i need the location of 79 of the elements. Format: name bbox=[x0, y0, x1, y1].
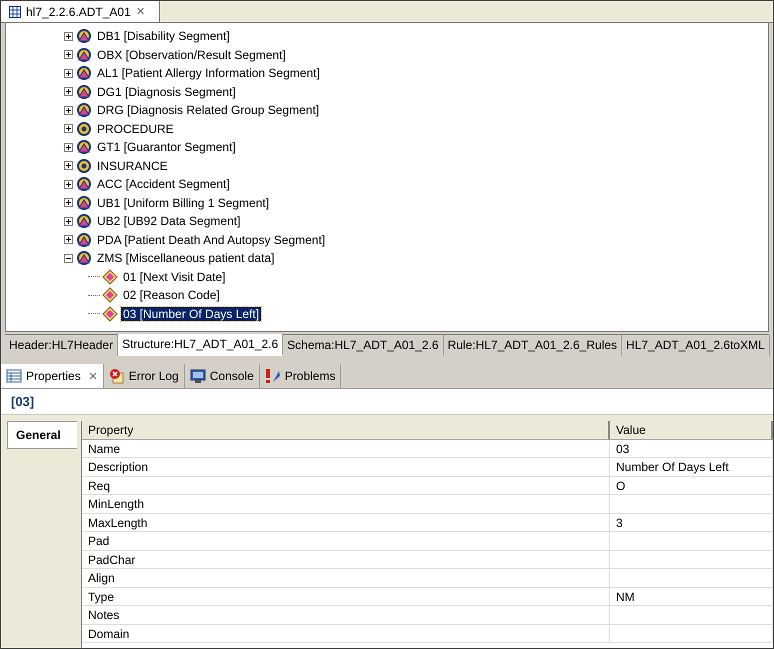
page-tab[interactable]: Structure:HL7_ADT_A01_2.6 bbox=[118, 334, 284, 356]
segment-icon bbox=[76, 46, 92, 63]
segment-icon bbox=[76, 102, 92, 118]
expand-icon[interactable] bbox=[64, 124, 73, 134]
diamond-icon bbox=[102, 268, 118, 285]
expand-icon[interactable] bbox=[64, 68, 73, 78]
tree-item[interactable]: 02 [Reason Code] bbox=[121, 288, 222, 302]
tree-item[interactable]: ZMS [Miscellaneous patient data] bbox=[95, 251, 276, 266]
property-cell: MaxLength bbox=[82, 514, 610, 532]
diamond-icon bbox=[102, 287, 118, 304]
close-button[interactable]: ✕ bbox=[88, 370, 98, 382]
expand-icon[interactable] bbox=[64, 235, 73, 244]
properties-title: [03] bbox=[1, 389, 773, 415]
expand-icon[interactable] bbox=[64, 142, 73, 152]
expand-icon[interactable] bbox=[64, 180, 73, 189]
grid-icon bbox=[9, 6, 21, 18]
tree-item[interactable]: PDA [Patient Death And Autopsy Segment] bbox=[95, 232, 328, 247]
segment-icon bbox=[76, 232, 92, 248]
problems-icon bbox=[264, 368, 281, 384]
property-cell: Align bbox=[82, 569, 610, 588]
property-cell: Domain bbox=[82, 624, 610, 643]
tree-item[interactable]: OBX [Observation/Result Segment] bbox=[95, 48, 288, 62]
close-button[interactable]: ✕ bbox=[136, 5, 145, 18]
expand-icon[interactable] bbox=[64, 106, 73, 115]
property-cell: Notes bbox=[82, 606, 610, 624]
segment-icon bbox=[76, 176, 92, 192]
collapse-icon[interactable] bbox=[64, 254, 73, 263]
view-tab[interactable]: Properties ✕ bbox=[1, 364, 104, 388]
value-cell: O bbox=[610, 476, 773, 495]
property-cell: Description bbox=[82, 458, 610, 476]
column-header: Value bbox=[610, 421, 773, 440]
tree-item[interactable]: DRG [Diagnosis Related Group Segment] bbox=[95, 103, 322, 118]
expand-icon[interactable] bbox=[64, 87, 73, 96]
expand-icon[interactable] bbox=[64, 161, 73, 170]
property-cell: PadChar bbox=[82, 550, 610, 569]
column-header: Property bbox=[82, 421, 610, 440]
page-tab[interactable]: HL7_ADT_A01_2.6toXML bbox=[622, 335, 770, 356]
page-tab[interactable]: Rule:HL7_ADT_A01_2.6_Rules bbox=[444, 335, 622, 356]
tree-item[interactable]: GT1 [Guarantor Segment] bbox=[95, 140, 238, 154]
view-tab[interactable]: Console bbox=[184, 364, 260, 388]
tree-item[interactable]: UB2 [UB92 Data Segment] bbox=[95, 214, 242, 228]
tree-item[interactable]: INSURANCE bbox=[95, 158, 170, 173]
view-tab[interactable]: Error Log bbox=[104, 364, 185, 388]
value-cell: 03 bbox=[610, 440, 773, 458]
tree-item[interactable]: ACC [Accident Segment] bbox=[95, 177, 232, 192]
segment-icon bbox=[76, 250, 92, 266]
expand-icon[interactable] bbox=[64, 198, 73, 208]
tree-item[interactable]: AL1 [Patient Allergy Information Segment] bbox=[95, 66, 322, 80]
segment-icon bbox=[76, 65, 92, 82]
property-cell: Name bbox=[82, 440, 610, 458]
tree-item[interactable]: 01 [Next Visit Date] bbox=[121, 270, 228, 284]
segment-icon bbox=[76, 213, 92, 230]
property-cell: Req bbox=[82, 476, 610, 495]
tree-item[interactable]: DG1 [Diagnosis Segment] bbox=[95, 84, 238, 99]
property-cell: Type bbox=[82, 588, 610, 606]
expand-icon[interactable] bbox=[64, 216, 73, 226]
property-cell: MinLength bbox=[82, 495, 610, 514]
section-tab[interactable]: General bbox=[7, 421, 77, 449]
tree-item[interactable]: PROCEDURE bbox=[95, 122, 176, 136]
tree-item[interactable]: UB1 [Uniform Billing 1 Segment] bbox=[95, 196, 272, 210]
value-cell: 3 bbox=[610, 514, 773, 532]
value-cell: NM bbox=[610, 588, 773, 606]
monitor-icon bbox=[190, 368, 206, 384]
segment-icon bbox=[76, 139, 92, 156]
editor-tab[interactable]: hl7_2.2.6.ADT_A01 ✕ bbox=[1, 1, 160, 22]
error-icon bbox=[108, 368, 125, 384]
page-tab[interactable]: Schema:HL7_ADT_A01_2.6 bbox=[283, 335, 444, 356]
tree-item[interactable]: DB1 [Disability Segment] bbox=[95, 29, 232, 44]
expand-icon[interactable] bbox=[64, 50, 73, 60]
editor-tab-title: hl7_2.2.6.ADT_A01 bbox=[26, 4, 131, 18]
segment-icon bbox=[76, 28, 92, 44]
table-icon bbox=[6, 369, 22, 383]
diamond-icon bbox=[102, 306, 118, 322]
property-cell: Pad bbox=[82, 532, 610, 550]
segment-icon bbox=[76, 194, 92, 211]
segment-icon bbox=[76, 84, 92, 100]
tree-item[interactable]: 03 [Number Of Days Left] bbox=[121, 306, 262, 321]
value-cell: Number Of Days Left bbox=[610, 458, 773, 476]
expand-icon[interactable] bbox=[64, 32, 73, 41]
